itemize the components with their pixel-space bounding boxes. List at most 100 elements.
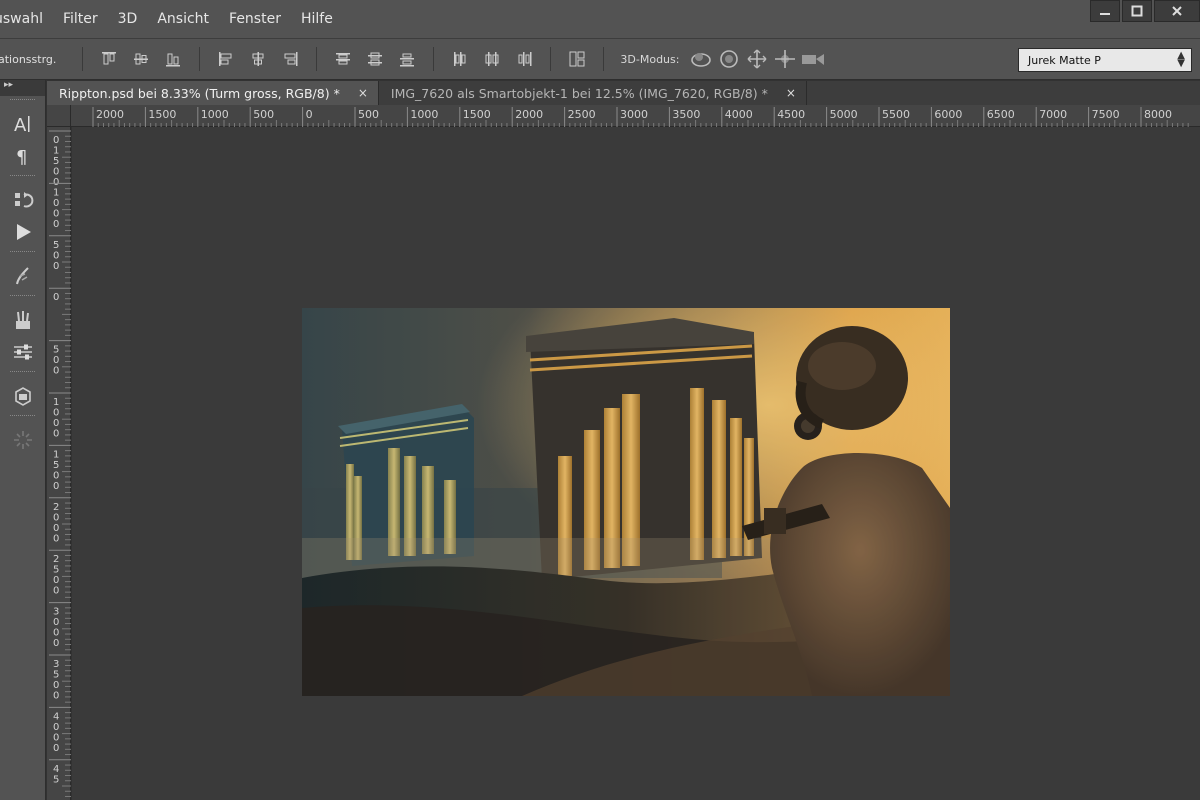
- ruler-label: 1000: [53, 187, 59, 230]
- svg-text:A: A: [14, 115, 27, 135]
- distribute-right-icon[interactable]: [511, 46, 537, 72]
- transform-controls-label[interactable]: ationsstrg.: [0, 53, 56, 66]
- separator: [433, 47, 435, 71]
- panel-grip[interactable]: [10, 371, 35, 377]
- menu-3d[interactable]: 3D: [108, 0, 148, 38]
- maximize-button[interactable]: [1122, 0, 1152, 22]
- ruler-label: 500: [253, 108, 274, 121]
- ruler-label: 5500: [882, 108, 910, 121]
- 3d-panel-icon[interactable]: [0, 380, 46, 412]
- ruler-label: 1500: [463, 108, 491, 121]
- minimize-icon: [1100, 13, 1110, 15]
- 3d-camera-icon[interactable]: [799, 46, 827, 72]
- distribute-horizontal-center-icon[interactable]: [479, 46, 505, 72]
- timeline-icon[interactable]: [0, 424, 46, 456]
- close-tab-icon[interactable]: ×: [786, 86, 796, 100]
- ruler-label: 1000: [201, 108, 229, 121]
- ruler-label: 1500: [148, 108, 176, 121]
- ruler-label: 8000: [1144, 108, 1172, 121]
- align-bottom-icon[interactable]: [160, 46, 186, 72]
- brush-presets-icon[interactable]: [0, 260, 46, 292]
- workspace-dropdown[interactable]: Jurek Matte P ▲ ▼: [1018, 48, 1192, 72]
- window-controls: [1090, 0, 1200, 24]
- align-vertical-center-icon[interactable]: [128, 46, 154, 72]
- ruler-label: 1500: [53, 449, 59, 492]
- vertical-ruler-ticks: 0 1 5 0 01 0 0 05 0 005 0 01 0 0 01 5 0 02 0 0 02 5 0 03 0 0 03 5 0 0…: [49, 130, 71, 797]
- close-icon: [1172, 6, 1182, 16]
- ruler-label: 2500: [568, 108, 596, 121]
- brushes-panel-icon[interactable]: [0, 304, 46, 336]
- artwork-image: [302, 308, 950, 696]
- panel-grip[interactable]: [10, 175, 35, 181]
- horizontal-ruler[interactable]: 2000 1500 1000 500 0 500 1000 1500 2000 2500 3000 3…: [71, 105, 1200, 127]
- ruler-label: 3000: [53, 607, 59, 650]
- ruler-label: 3000: [620, 108, 648, 121]
- adjustments-sliders-icon[interactable]: [0, 336, 46, 368]
- distribute-vertical-center-icon[interactable]: [362, 46, 388, 72]
- 3d-rotate-icon[interactable]: [687, 46, 715, 72]
- ruler-label: 4000: [725, 108, 753, 121]
- ruler-label: 2500: [53, 554, 59, 597]
- panel-grip[interactable]: [10, 99, 35, 105]
- tab-label: Rippton.psd bei 8.33% (Turm gross, RGB/8…: [59, 85, 340, 101]
- ruler-label: 0: [306, 108, 313, 121]
- vertical-ruler[interactable]: 0150010005000500100015002000250030003500…: [47, 127, 71, 800]
- separator: [550, 47, 552, 71]
- close-window-button[interactable]: [1154, 0, 1200, 22]
- separator: [82, 47, 84, 71]
- ruler-origin[interactable]: [47, 105, 71, 127]
- panel-grip[interactable]: [10, 415, 35, 421]
- align-left-icon[interactable]: [213, 46, 239, 72]
- 3d-pan-icon[interactable]: [743, 46, 771, 72]
- document-artwork[interactable]: [302, 308, 950, 696]
- tab-img-7620[interactable]: IMG_7620 als Smartobjekt-1 bei 12.5% (IM…: [378, 81, 807, 105]
- ruler-label: 3500: [53, 659, 59, 702]
- 3d-mode-label: 3D-Modus:: [620, 52, 680, 66]
- 3d-roll-icon[interactable]: [715, 46, 743, 72]
- character-panel-icon[interactable]: A: [0, 108, 46, 140]
- ruler-label: 2000: [96, 108, 124, 121]
- minimize-button[interactable]: [1090, 0, 1120, 22]
- menu-ansicht[interactable]: Ansicht: [147, 0, 219, 38]
- separator: [199, 47, 201, 71]
- close-tab-icon[interactable]: ×: [358, 86, 368, 100]
- ruler-label: 2000: [53, 502, 59, 545]
- separator: [316, 47, 318, 71]
- ruler-label: 4000: [53, 711, 59, 754]
- collapse-panel-icon[interactable]: ▸▸: [0, 80, 45, 96]
- 3d-slide-icon[interactable]: [771, 46, 799, 72]
- auto-align-layers-icon[interactable]: [564, 46, 590, 72]
- menu-auswahl[interactable]: uswahl: [0, 0, 53, 38]
- ruler-label: 5000: [830, 108, 858, 121]
- tab-rippton[interactable]: Rippton.psd bei 8.33% (Turm gross, RGB/8…: [47, 81, 379, 105]
- actions-play-icon[interactable]: [0, 216, 46, 248]
- paragraph-panel-icon[interactable]: ¶: [0, 140, 46, 172]
- ruler-label: 1000: [53, 397, 59, 440]
- ruler-label: 0: [53, 292, 59, 303]
- tab-label: IMG_7620 als Smartobjekt-1 bei 12.5% (IM…: [390, 85, 768, 101]
- distribute-left-icon[interactable]: [447, 46, 473, 72]
- ruler-label: 500: [53, 240, 59, 272]
- ruler-label: 6000: [934, 108, 962, 121]
- panel-grip[interactable]: [10, 295, 35, 301]
- workspace-value: Jurek Matte P: [1028, 53, 1101, 67]
- ruler-label: 500: [53, 345, 59, 377]
- menu-hilfe[interactable]: Hilfe: [291, 0, 343, 38]
- ruler-label: 7500: [1092, 108, 1120, 121]
- ruler-label: 3500: [672, 108, 700, 121]
- align-top-icon[interactable]: [96, 46, 122, 72]
- menu-fenster[interactable]: Fenster: [219, 0, 291, 38]
- distribute-top-icon[interactable]: [330, 46, 356, 72]
- tools-panel: ▸▸ A ¶: [0, 80, 46, 800]
- ruler-label: 7000: [1039, 108, 1067, 121]
- distribute-bottom-icon[interactable]: [394, 46, 420, 72]
- maximize-icon: [1131, 5, 1143, 17]
- align-horizontal-center-icon[interactable]: [245, 46, 271, 72]
- history-panel-icon[interactable]: [0, 184, 46, 216]
- align-right-icon[interactable]: [277, 46, 303, 72]
- horizontal-ruler-ticks: 2000 1500 1000 500 0 500 1000 1500 2000 2500 3000 3…: [92, 107, 1189, 127]
- document-tabs: Rippton.psd bei 8.33% (Turm gross, RGB/8…: [47, 81, 1200, 105]
- separator: [603, 47, 605, 71]
- panel-grip[interactable]: [10, 251, 35, 257]
- menu-filter[interactable]: Filter: [53, 0, 108, 38]
